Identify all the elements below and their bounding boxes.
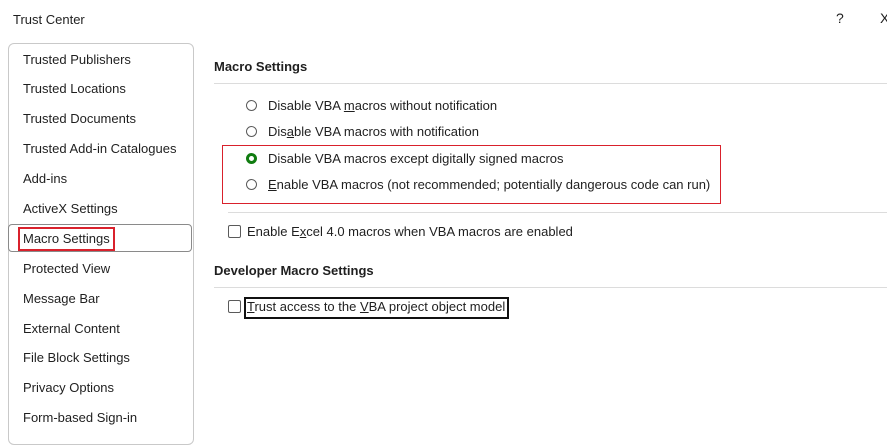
sidebar-item-form-based-sign-in[interactable]: Form-based Sign-in (9, 404, 191, 432)
radio-label: Disable VBA macros with notification (268, 124, 479, 139)
sidebar-item-label: File Block Settings (23, 350, 130, 365)
sidebar-item-label: Trusted Documents (23, 111, 136, 126)
sidebar-item-external-content[interactable]: External Content (9, 315, 191, 343)
highlight-box-macro-options (222, 145, 721, 204)
sidebar-item-label: Privacy Options (23, 380, 115, 395)
sidebar-item-trusted-add-in-catalogues[interactable]: Trusted Add-in Catalogues (9, 135, 191, 163)
radio-label: Disable VBA macros without notification (268, 98, 498, 113)
sidebar-item-activex-settings[interactable]: ActiveX Settings (9, 195, 191, 223)
sidebar-item-label: Trusted Locations (23, 81, 126, 96)
sidebar-item-label: Form-based Sign-in (23, 410, 138, 425)
radio-button[interactable] (246, 100, 257, 111)
sidebar-item-label: Protected View (23, 261, 111, 276)
sidebar-item-label: Trusted Add-in Catalogues (23, 141, 177, 156)
sidebar-item-label: Trusted Publishers (23, 52, 131, 67)
focus-box-trust-vba (244, 297, 509, 319)
title-bar: Trust Center ? X (0, 0, 887, 40)
sidebar-item-add-ins[interactable]: Add-ins (9, 165, 191, 193)
checkbox[interactable] (228, 300, 241, 313)
close-button[interactable]: X (880, 10, 887, 26)
sidebar-item-label: Add-ins (23, 171, 68, 186)
section-divider (228, 212, 887, 213)
section-divider (214, 83, 887, 84)
sidebar-item-trusted-documents[interactable]: Trusted Documents (9, 105, 191, 133)
macro-settings-heading: Macro Settings (214, 59, 308, 74)
sidebar-item-privacy-options[interactable]: Privacy Options (9, 374, 191, 402)
developer-macro-settings-heading: Developer Macro Settings (214, 263, 374, 278)
sidebar-item-trusted-locations[interactable]: Trusted Locations (9, 75, 191, 103)
sidebar-nav: Trusted Publishers Trusted Locations Tru… (8, 43, 194, 445)
sidebar-item-label: ActiveX Settings (23, 201, 118, 216)
sidebar-item-macro-settings[interactable]: Macro Settings (8, 224, 192, 252)
sidebar-item-label: Macro Settings (18, 227, 115, 251)
section-divider (214, 287, 887, 288)
window-title: Trust Center (13, 12, 85, 27)
radio-button[interactable] (246, 126, 257, 137)
sidebar-item-protected-view[interactable]: Protected View (9, 255, 191, 283)
checkbox[interactable] (228, 225, 241, 238)
sidebar-item-file-block-settings[interactable]: File Block Settings (9, 344, 191, 372)
checkbox-label: Enable Excel 4.0 macros when VBA macros … (247, 224, 573, 239)
sidebar-item-label: Message Bar (23, 291, 100, 306)
sidebar-item-trusted-publishers[interactable]: Trusted Publishers (9, 46, 191, 74)
help-button[interactable]: ? (836, 10, 844, 26)
sidebar-item-label: External Content (23, 321, 120, 336)
sidebar-item-message-bar[interactable]: Message Bar (9, 285, 191, 313)
